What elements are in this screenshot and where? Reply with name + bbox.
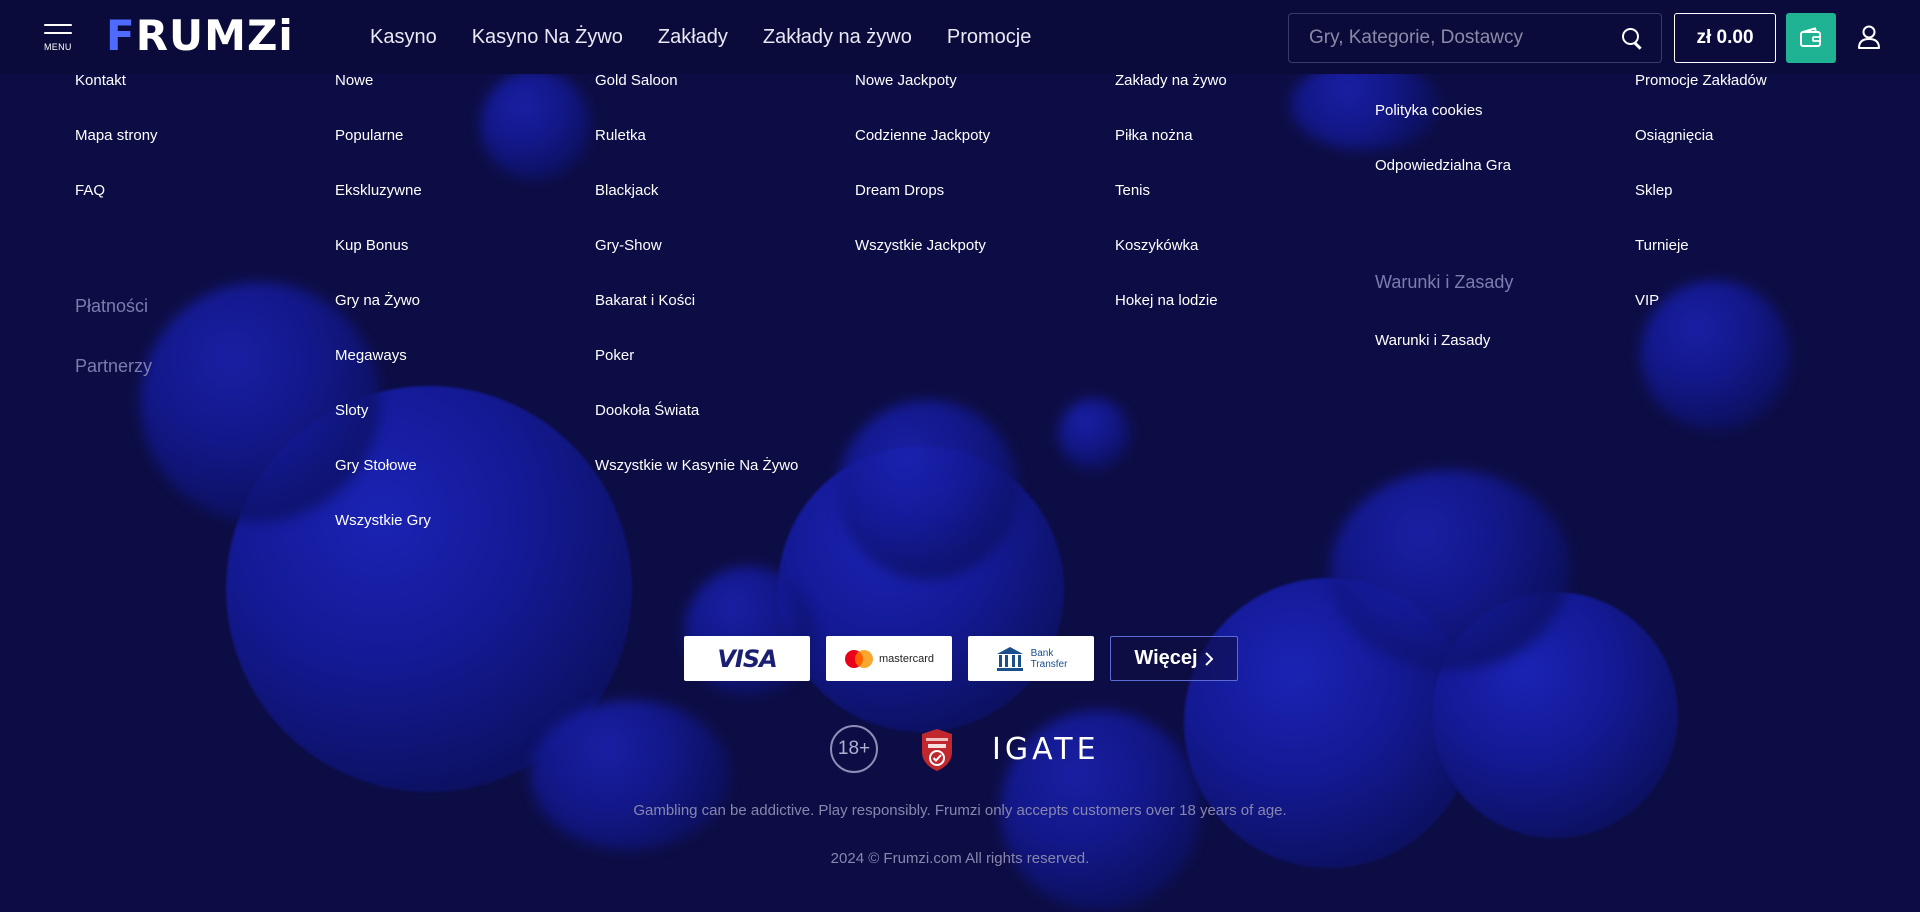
mastercard-logo-icon (844, 649, 873, 668)
sphere (1330, 470, 1570, 670)
footer-heading-partnerzy[interactable]: Partnerzy (75, 356, 152, 377)
footer-link[interactable]: VIP (1635, 292, 1659, 309)
bank-label-line1: Bank (1030, 647, 1054, 659)
bank-transfer-card[interactable]: Bank Transfer (968, 636, 1094, 681)
footer-link[interactable]: Sloty (335, 402, 368, 419)
footer-link[interactable]: Kup Bonus (335, 237, 408, 254)
footer-link[interactable]: Wszystkie w Kasynie Na Żywo (595, 457, 798, 474)
age-restriction-badge: 18+ (830, 725, 878, 773)
footer-link[interactable]: Piłka nożna (1115, 127, 1193, 144)
search-box (1288, 13, 1662, 63)
payment-methods: VISA mastercard Bank Transfer Więcej (684, 636, 1238, 681)
footer-link[interactable]: Zakłady na żywo (1115, 72, 1227, 89)
search-icon[interactable] (1621, 27, 1643, 49)
nav-kasyno[interactable]: Kasyno (370, 26, 437, 49)
more-payments-label: Więcej (1134, 647, 1198, 669)
footer-link[interactable]: Gold Saloon (595, 72, 678, 89)
footer-link[interactable]: Gry-Show (595, 237, 662, 254)
footer-link[interactable]: Dookoła Świata (595, 402, 699, 419)
footer-link[interactable]: Poker (595, 347, 634, 364)
main-nav: Kasyno Kasyno Na Żywo Zakłady Zakłady na… (370, 0, 1031, 74)
responsible-gambling-disclaimer: Gambling can be addictive. Play responsi… (633, 802, 1287, 819)
menu-icon (44, 24, 72, 26)
footer-heading-platnosci[interactable]: Płatności (75, 296, 148, 317)
sphere (1058, 398, 1130, 470)
footer-link-faq[interactable]: FAQ (75, 182, 105, 199)
footer-link-responsible-gaming[interactable]: Odpowiedzialna Gra (1375, 157, 1511, 174)
footer-link[interactable]: Nowe Jackpoty (855, 72, 957, 89)
footer-link[interactable]: Wszystkie Jackpoty (855, 237, 986, 254)
footer-link[interactable]: Hokej na lodzie (1115, 292, 1218, 309)
visa-card[interactable]: VISA (684, 636, 810, 681)
footer-link[interactable]: Bakarat i Kości (595, 292, 695, 309)
sphere (480, 70, 590, 180)
nav-kasyno-na-zywo[interactable]: Kasyno Na Żywo (472, 26, 623, 49)
footer-link-terms[interactable]: Warunki i Zasady (1375, 332, 1490, 349)
footer-link[interactable]: Ekskluzywne (335, 182, 422, 199)
footer-link[interactable]: Megaways (335, 347, 407, 364)
menu-button[interactable]: MENU (44, 24, 74, 54)
footer-link[interactable]: Dream Drops (855, 182, 944, 199)
footer-link[interactable]: Turnieje (1635, 237, 1689, 254)
menu-icon (44, 32, 72, 34)
wallet-icon (1800, 27, 1821, 47)
footer-heading-terms[interactable]: Warunki i Zasady (1375, 272, 1513, 293)
footer-link[interactable]: Nowe (335, 72, 373, 89)
more-payments-button[interactable]: Więcej (1110, 636, 1238, 681)
footer-link[interactable]: Popularne (335, 127, 403, 144)
footer-link[interactable]: Blackjack (595, 182, 658, 199)
footer-link[interactable]: Ruletka (595, 127, 646, 144)
logo-text-rest: RUMZi (135, 11, 294, 60)
copyright: 2024 © Frumzi.com All rights reserved. (830, 850, 1090, 867)
footer-link[interactable]: Wszystkie Gry (335, 512, 431, 529)
sphere (1640, 280, 1790, 430)
footer-link-mapa-strony[interactable]: Mapa strony (75, 127, 158, 144)
footer-link[interactable]: Koszykówka (1115, 237, 1198, 254)
chevron-right-icon (1204, 651, 1214, 666)
footer-link-cookies[interactable]: Polityka cookies (1375, 102, 1483, 119)
footer-link[interactable]: Osiągnięcia (1635, 127, 1713, 144)
sphere (838, 400, 1018, 580)
mastercard-label: mastercard (878, 652, 935, 665)
igate-logo[interactable]: IGATE (992, 732, 1100, 767)
user-icon (1858, 25, 1880, 49)
frumzi-logo[interactable]: F RUMZi (106, 11, 294, 60)
footer-link[interactable]: Tenis (1115, 182, 1150, 199)
footer-link[interactable]: Promocje Zakładów (1635, 72, 1767, 89)
sphere (530, 700, 730, 850)
footer-link[interactable]: Gry na Żywo (335, 292, 420, 309)
nav-zaklady-na-zywo[interactable]: Zakłady na żywo (763, 26, 912, 49)
footer-link[interactable]: Gry Stołowe (335, 457, 417, 474)
visa-logo: VISA (717, 644, 777, 673)
nav-promocje[interactable]: Promocje (947, 26, 1031, 49)
pecb-certification-badge-icon (922, 729, 952, 771)
account-button[interactable] (1856, 24, 1884, 52)
balance-button[interactable]: zł 0.00 (1674, 13, 1776, 63)
logo-text: F (106, 11, 136, 60)
bank-label-line2: Transfer (1030, 658, 1068, 670)
bank-icon (996, 646, 1023, 671)
mastercard-card[interactable]: mastercard (826, 636, 952, 681)
nav-zaklady[interactable]: Zakłady (658, 26, 728, 49)
top-header: MENU F RUMZi Kasyno Kasyno Na Żywo Zakład… (0, 0, 1920, 74)
search-input[interactable] (1309, 27, 1621, 49)
footer-link[interactable]: Codzienne Jackpoty (855, 127, 990, 144)
footer-link[interactable]: Sklep (1635, 182, 1673, 199)
menu-label: MENU (44, 42, 72, 52)
wallet-button[interactable] (1786, 13, 1836, 63)
compliance-badges: 18+ IGATE (830, 724, 1096, 774)
footer-link-kontakt[interactable]: Kontakt (75, 72, 126, 89)
